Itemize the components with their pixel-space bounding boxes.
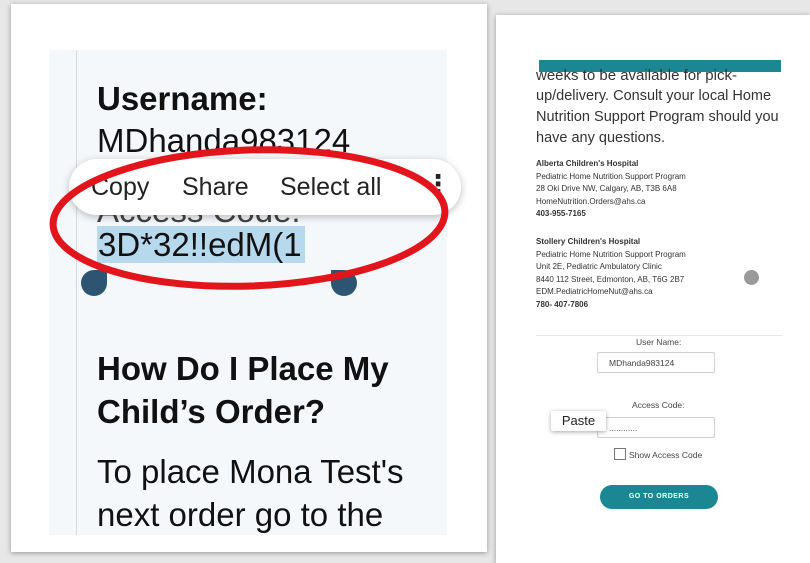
show-access-code-checkbox[interactable]: [614, 448, 626, 460]
order-heading-line2: Child’s Order?: [97, 393, 325, 430]
copy-menu-item[interactable]: Copy: [91, 173, 149, 202]
selected-access-code[interactable]: 3D*32!!edM(1: [97, 226, 305, 263]
access-code-text[interactable]: 3D*32!!edM(1: [97, 226, 305, 264]
order-heading-line1: How Do I Place My: [97, 350, 389, 387]
hospital-phone[interactable]: 780- 407-7806: [536, 299, 686, 312]
select-all-menu-item[interactable]: Select all: [280, 173, 381, 202]
order-body-line2: next order go to the: [97, 496, 384, 533]
order-body-line1: To place Mona Test's: [97, 453, 404, 490]
phone-screen: Username: MDhanda983124 Access Code: 3D*…: [49, 50, 447, 535]
touch-indicator-dot: [744, 270, 759, 285]
hospital-name: Alberta Children's Hospital: [536, 159, 639, 168]
paste-button[interactable]: Paste: [551, 411, 606, 431]
text-selection-menu: Copy Share Select all ⋮: [69, 159, 461, 215]
username-heading: Username:: [97, 80, 268, 117]
margin-rule: [76, 50, 77, 535]
clipped-text-line: weeks to be available for pick-: [536, 67, 737, 84]
hospital-contact-alberta: Alberta Children's Hospital Pediatric Ho…: [536, 158, 686, 221]
hospital-name: Stollery Children's Hospital: [536, 237, 641, 246]
hospital-email[interactable]: EDM.PediatricHomeNut@ahs.ca: [536, 286, 686, 299]
access-code-label: Access Code:: [632, 400, 685, 410]
info-text-line: have any questions.: [536, 130, 665, 146]
show-access-code-row[interactable]: Show Access Code: [614, 448, 702, 460]
go-to-orders-button[interactable]: GO TO ORDERS: [600, 485, 718, 509]
web-screenshot-panel: weeks to be available for pick- up/deliv…: [496, 15, 810, 563]
username-label: User Name:: [636, 337, 682, 347]
hospital-address: 8440 112 Street, Edmonton, AB, T6G 2B7: [536, 274, 685, 284]
username-input[interactable]: MDhanda983124: [597, 352, 715, 373]
share-menu-item[interactable]: Share: [182, 173, 249, 202]
hospital-email[interactable]: HomeNutrition.Orders@ahs.ca: [536, 196, 686, 209]
hospital-clinic: Unit 2E, Pediatric Ambulatory Clinic: [536, 262, 662, 271]
hospital-phone[interactable]: 403-955-7165: [536, 208, 686, 221]
selection-handle-start[interactable]: [81, 270, 107, 296]
access-code-input[interactable]: ............: [597, 417, 715, 438]
show-access-code-label[interactable]: Show Access Code: [629, 450, 702, 460]
phone-screenshot-panel: Username: MDhanda983124 Access Code: 3D*…: [11, 4, 487, 552]
section-divider: [536, 335, 782, 336]
hospital-program: Pediatric Home Nutrition Support Program: [536, 171, 686, 181]
more-options-icon[interactable]: ⋮: [425, 169, 451, 200]
hospital-address: 28 Oki Drive NW, Calgary, AB, T3B 6A8: [536, 184, 677, 193]
info-text-line: Nutrition Support Program should you: [536, 109, 779, 125]
info-text-line: up/delivery. Consult your local Home: [536, 88, 772, 104]
username-text[interactable]: MDhanda983124: [97, 122, 350, 160]
hospital-contact-stollery: Stollery Children's Hospital Pediatric H…: [536, 236, 686, 311]
hospital-program: Pediatric Home Nutrition Support Program: [536, 249, 686, 259]
selection-handle-end[interactable]: [331, 270, 357, 296]
